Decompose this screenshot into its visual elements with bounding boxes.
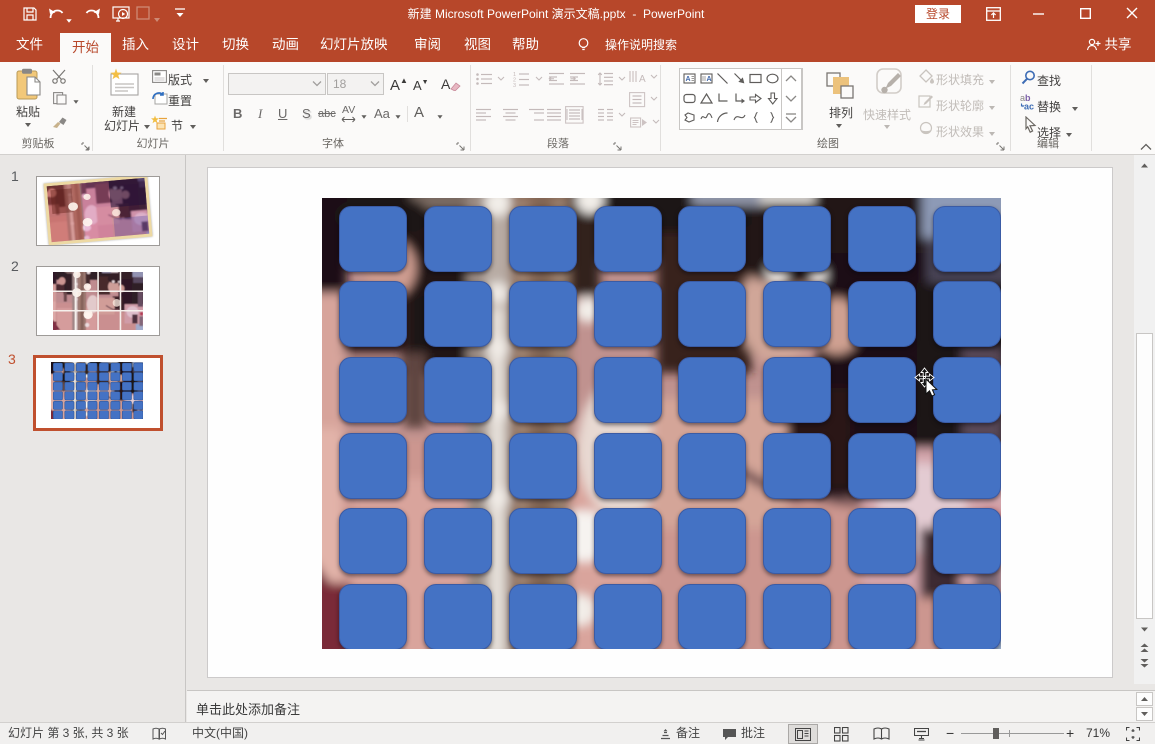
svg-text:3: 3	[513, 83, 516, 87]
svg-text:A: A	[706, 76, 711, 83]
svg-text:A: A	[686, 76, 691, 83]
svg-text:A: A	[639, 74, 646, 85]
svg-text:ac: ac	[1024, 102, 1034, 111]
